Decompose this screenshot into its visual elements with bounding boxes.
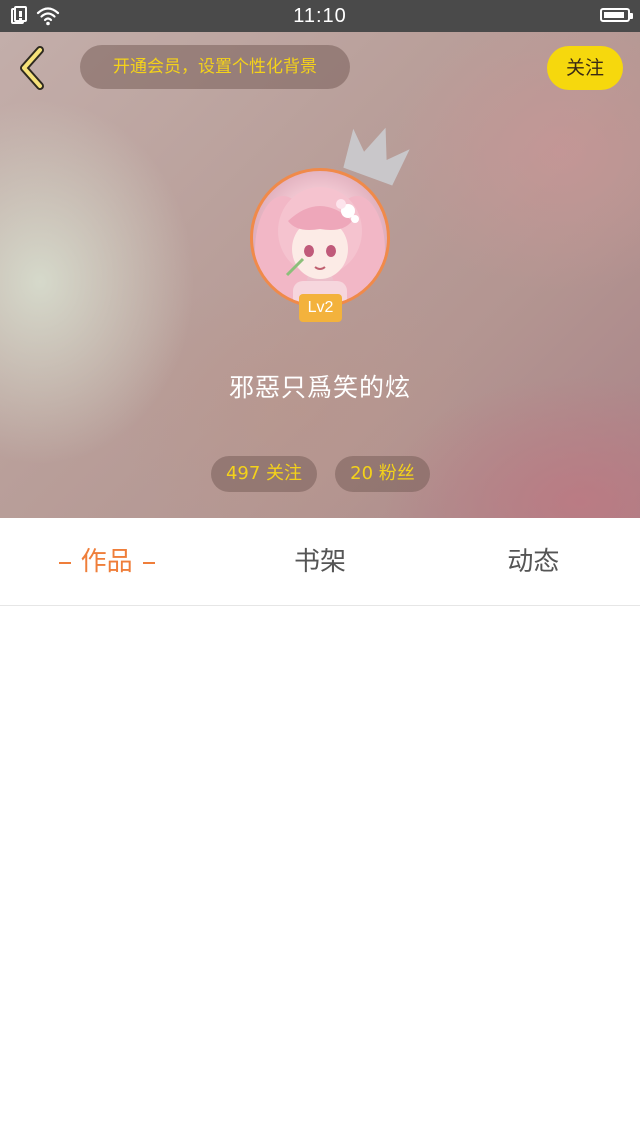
active-tab-dash-right [142, 561, 155, 564]
back-button[interactable] [14, 44, 54, 92]
fans-count-button[interactable]: 20 粉丝 [335, 456, 430, 492]
level-badge: Lv2 [299, 294, 342, 322]
battery-level [604, 12, 624, 18]
username: 邪惡只爲笑的炫 [228, 373, 411, 402]
tab-bookshelf[interactable]: 书架 [213, 518, 426, 605]
battery-icon [600, 8, 633, 22]
back-arrow-icon [20, 46, 44, 90]
avatar[interactable] [250, 168, 390, 308]
active-tab-dash-left [58, 561, 71, 564]
status-bar: 11:10 [0, 0, 640, 32]
profile-header: 开通会员，设置个性化背景 关注 Lv2 邪惡只爲笑的炫 497 关注 20 粉丝 [0, 32, 640, 518]
tab-content-empty [0, 606, 640, 1138]
follow-button[interactable]: 关注 [547, 46, 623, 90]
vip-background-prompt[interactable]: 开通会员，设置个性化背景 [80, 45, 350, 89]
following-count-button[interactable]: 497 关注 [211, 456, 317, 492]
avatar-image [255, 187, 385, 305]
tab-label: 作品 [80, 547, 133, 577]
tab-label: 动态 [507, 547, 560, 577]
tab-works[interactable]: 作品 [0, 518, 213, 605]
tab-activity[interactable]: 动态 [427, 518, 640, 605]
status-time: 11:10 [293, 5, 347, 27]
tab-label: 书架 [293, 547, 346, 577]
profile-tabs: 作品 书架 动态 [0, 518, 640, 606]
